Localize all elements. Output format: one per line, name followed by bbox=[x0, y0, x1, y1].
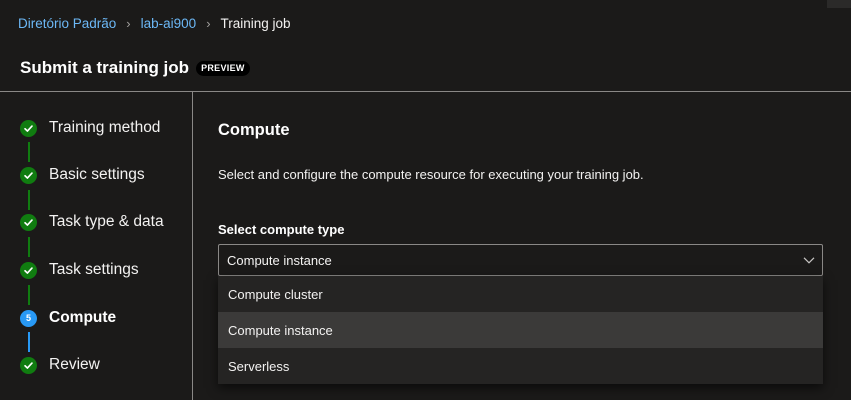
page-title: Submit a training job bbox=[20, 58, 190, 77]
checkmark-icon bbox=[20, 261, 37, 279]
step-connector bbox=[28, 190, 30, 210]
chevron-right-icon: › bbox=[206, 15, 211, 31]
compute-type-options: Compute cluster Compute instance Serverl… bbox=[218, 276, 823, 384]
page-header: Submit a training job PREVIEW bbox=[20, 56, 250, 80]
checkmark-icon bbox=[20, 356, 37, 374]
page: Diretório Padrão › lab-ai900 › Training … bbox=[0, 0, 851, 400]
checkmark-icon bbox=[20, 213, 37, 231]
option-serverless[interactable]: Serverless bbox=[218, 348, 823, 384]
main-content: Compute Select and configure the compute… bbox=[194, 92, 851, 400]
top-strip bbox=[827, 0, 851, 8]
step-connector bbox=[28, 285, 30, 305]
breadcrumb-link-directory[interactable]: Diretório Padrão bbox=[18, 16, 116, 31]
wizard-steps: Training method Basic settings Task type… bbox=[0, 92, 193, 400]
breadcrumb-link-workspace[interactable]: lab-ai900 bbox=[141, 16, 197, 31]
option-compute-cluster[interactable]: Compute cluster bbox=[218, 276, 823, 312]
compute-type-dropdown[interactable]: Compute instance bbox=[218, 244, 823, 276]
step-basic-settings[interactable]: Basic settings bbox=[20, 164, 145, 186]
step-label: Task type & data bbox=[49, 213, 164, 230]
compute-type-label: Select compute type bbox=[218, 222, 345, 237]
step-number-icon: 5 bbox=[20, 309, 37, 327]
checkmark-icon bbox=[20, 119, 37, 137]
breadcrumb-current: Training job bbox=[220, 15, 291, 31]
step-connector bbox=[28, 332, 30, 352]
section-title: Compute bbox=[218, 121, 290, 139]
step-label: Review bbox=[49, 356, 100, 373]
step-compute[interactable]: 5 Compute bbox=[20, 307, 116, 329]
step-label: Task settings bbox=[49, 261, 139, 278]
step-training-method[interactable]: Training method bbox=[20, 117, 160, 139]
step-label: Training method bbox=[49, 119, 161, 136]
option-compute-instance[interactable]: Compute instance bbox=[218, 312, 823, 348]
checkmark-icon bbox=[20, 166, 37, 184]
chevron-right-icon: › bbox=[126, 15, 131, 31]
dropdown-value: Compute instance bbox=[227, 252, 332, 268]
step-task-settings[interactable]: Task settings bbox=[20, 259, 139, 281]
chevron-down-icon bbox=[803, 257, 815, 264]
step-task-type-data[interactable]: Task type & data bbox=[20, 211, 164, 233]
step-number: 5 bbox=[25, 313, 31, 323]
preview-badge: PREVIEW bbox=[196, 60, 250, 76]
step-connector bbox=[28, 237, 30, 257]
step-label: Compute bbox=[49, 309, 117, 326]
section-description: Select and configure the compute resourc… bbox=[218, 167, 644, 182]
step-label: Basic settings bbox=[49, 166, 145, 183]
step-connector bbox=[28, 142, 30, 162]
step-review[interactable]: Review bbox=[20, 354, 100, 376]
breadcrumb: Diretório Padrão › lab-ai900 › Training … bbox=[18, 14, 291, 32]
